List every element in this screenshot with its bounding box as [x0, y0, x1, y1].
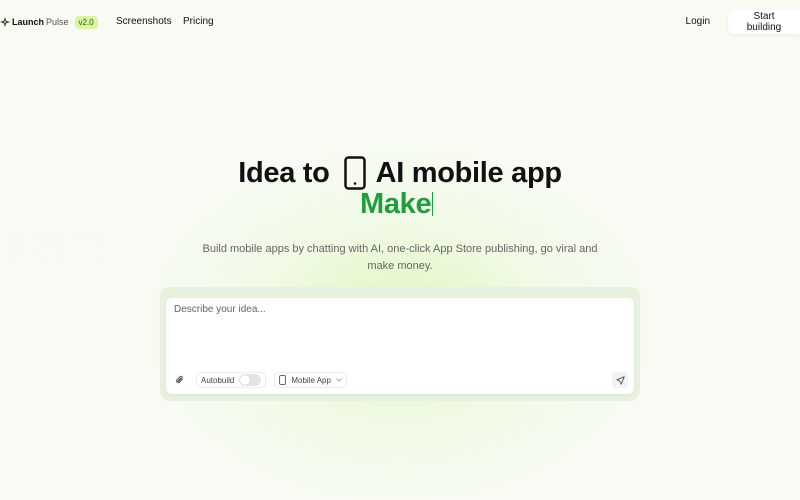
- prompt-toolbar: Autobuild Mobile App: [172, 372, 628, 388]
- platform-select[interactable]: Mobile App: [274, 372, 347, 388]
- hero-title-end: AI mobile app: [375, 156, 563, 189]
- prompt-container: Autobuild Mobile App: [160, 287, 640, 401]
- prompt-card: Autobuild Mobile App: [166, 298, 634, 394]
- top-nav: Launch Pulse v2.0 Screenshots Pricing Lo…: [0, 0, 800, 44]
- toggle-knob: [240, 375, 251, 385]
- autobuild-label: Autobuild: [201, 375, 235, 385]
- brand-name-secondary: Pulse: [46, 17, 69, 27]
- nav-pricing[interactable]: Pricing: [183, 16, 214, 27]
- phone-icon: [343, 156, 366, 190]
- platform-select-value: Mobile App: [291, 375, 331, 385]
- autobuild-toggle[interactable]: [239, 374, 262, 386]
- typed-word-text: Make: [360, 188, 432, 220]
- background-decoration-left: ░░░░░░: [0, 233, 106, 259]
- send-icon: [615, 375, 625, 385]
- hero-title-start: Idea to: [238, 156, 330, 189]
- brand-logo[interactable]: Launch Pulse v2.0: [0, 15, 98, 29]
- start-building-button[interactable]: Start building: [728, 10, 800, 34]
- idea-input[interactable]: [174, 304, 624, 354]
- version-badge: v2.0: [74, 15, 98, 29]
- paperclip-icon[interactable]: [172, 372, 188, 388]
- typed-word: Make: [360, 188, 434, 221]
- login-link[interactable]: Login: [686, 16, 710, 27]
- hero-title: Idea to AI mobile app: [0, 156, 800, 190]
- hero-subtitle: Build mobile apps by chatting with AI, o…: [202, 243, 598, 272]
- send-button[interactable]: [612, 372, 628, 388]
- chevron-down-icon: [336, 378, 342, 382]
- phone-icon: [279, 375, 287, 385]
- nav-screenshots[interactable]: Screenshots: [116, 16, 172, 27]
- autobuild-toggle-pill[interactable]: Autobuild: [196, 372, 267, 388]
- brand-name-primary: Launch: [12, 17, 45, 27]
- typing-cursor: [432, 192, 434, 216]
- sparkle-icon: [0, 17, 10, 27]
